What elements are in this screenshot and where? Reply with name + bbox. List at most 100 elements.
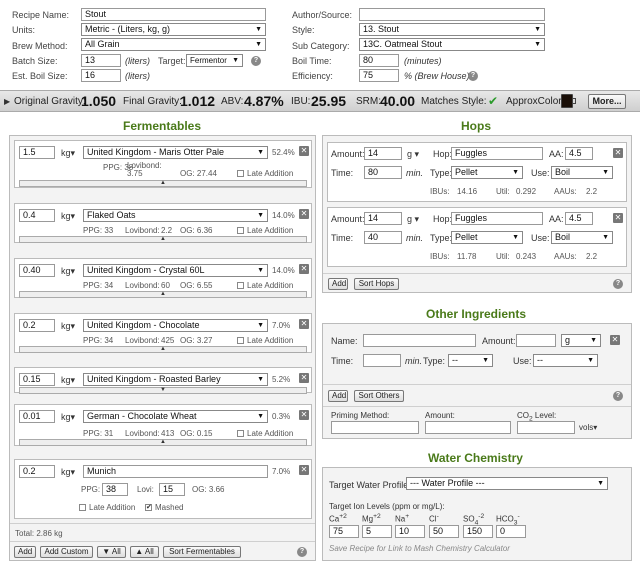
help-icon[interactable]: ? xyxy=(251,56,261,66)
fermentable-select[interactable]: Flaked Oats ▼ xyxy=(83,209,268,222)
boil-time-input[interactable]: 80 xyxy=(359,54,399,67)
fermentable-select[interactable]: United Kingdom - Chocolate ▼ xyxy=(83,319,268,332)
priming-method-input[interactable] xyxy=(331,421,419,434)
kg-unit-select[interactable]: kg▾ xyxy=(61,321,75,332)
kg-unit-select[interactable]: kg▾ xyxy=(61,266,75,277)
sort-others-button[interactable]: Sort Others xyxy=(354,390,404,402)
hop-time-input[interactable]: 40 xyxy=(364,231,402,244)
close-icon[interactable]: ✕ xyxy=(299,465,309,475)
add-custom-button[interactable]: Add Custom xyxy=(40,546,93,558)
fermentable-amount-input[interactable]: 0.01 xyxy=(19,410,55,423)
author-input[interactable] xyxy=(359,8,545,21)
help-icon[interactable]: ? xyxy=(297,547,307,557)
late-addition-checkbox[interactable] xyxy=(79,504,86,511)
close-icon[interactable]: ✕ xyxy=(299,319,309,329)
late-addition-checkbox[interactable] xyxy=(237,430,244,437)
ion-hco3-input[interactable]: 0 xyxy=(496,525,526,538)
fermentable-amount-input[interactable]: 1.5 xyxy=(19,146,55,159)
water-profile-select[interactable]: --- Water Profile --- ▼ xyxy=(406,477,608,490)
add-fermentable-button[interactable]: Add xyxy=(14,546,36,558)
other-name-input[interactable] xyxy=(363,334,476,347)
hop-aa-input[interactable]: 4.5 xyxy=(565,212,593,225)
g-unit-select[interactable]: g ▾ xyxy=(407,214,419,225)
fermentable-amount-input[interactable]: 0.2 xyxy=(19,319,55,332)
co2-level-input[interactable] xyxy=(517,421,575,434)
expand-toggle[interactable]: ▲ xyxy=(19,439,307,446)
priming-amount-input[interactable] xyxy=(425,421,511,434)
late-addition-checkbox[interactable] xyxy=(237,170,244,177)
recipe-name-input[interactable]: Stout xyxy=(81,8,266,21)
hop-type-select[interactable]: Pellet ▼ xyxy=(451,166,523,179)
target-select[interactable]: Fermentor ▼ xyxy=(186,54,243,67)
fermentable-select[interactable]: German - Chocolate Wheat ▼ xyxy=(83,410,268,423)
close-icon[interactable]: ✕ xyxy=(299,264,309,274)
late-addition-checkbox[interactable] xyxy=(237,337,244,344)
expand-all-button[interactable]: ▲ All xyxy=(130,546,159,558)
help-icon[interactable]: ? xyxy=(468,71,478,81)
fermentable-select[interactable]: United Kingdom - Crystal 60L ▼ xyxy=(83,264,268,277)
close-icon[interactable]: ✕ xyxy=(610,335,620,345)
other-amount-input[interactable] xyxy=(516,334,556,347)
hop-time-input[interactable]: 80 xyxy=(364,166,402,179)
fermentable-amount-input[interactable]: 0.2 xyxy=(19,465,55,478)
kg-unit-select[interactable]: kg▾ xyxy=(61,467,75,478)
late-addition-checkbox[interactable] xyxy=(237,227,244,234)
vols-unit-select[interactable]: vols▾ xyxy=(579,423,597,432)
hop-aa-input[interactable]: 4.5 xyxy=(565,147,593,160)
close-icon[interactable]: ✕ xyxy=(299,410,309,420)
close-icon[interactable]: ✕ xyxy=(299,373,309,383)
other-use-select[interactable]: -- ▼ xyxy=(533,354,598,367)
ion-ca-input[interactable]: 75 xyxy=(329,525,359,538)
mashed-checkbox[interactable]: ✔ xyxy=(145,504,152,511)
fermentable-amount-input[interactable]: 0.4 xyxy=(19,209,55,222)
custom-fermentable-name-input[interactable]: Munich xyxy=(83,465,268,478)
kg-unit-select[interactable]: kg▾ xyxy=(61,375,75,386)
style-select[interactable]: 13. Stout ▼ xyxy=(359,23,545,36)
ion-na-input[interactable]: 10 xyxy=(395,525,425,538)
hop-amount-input[interactable]: 14 xyxy=(364,212,402,225)
expand-toggle[interactable]: ▲ xyxy=(19,291,307,298)
hop-use-select[interactable]: Boil ▼ xyxy=(551,166,613,179)
other-type-select[interactable]: -- ▼ xyxy=(448,354,493,367)
expand-toggle[interactable]: ▼ xyxy=(19,387,307,394)
expand-toggle[interactable]: ▲ xyxy=(19,180,307,187)
subcategory-select[interactable]: 13C. Oatmeal Stout ▼ xyxy=(359,38,545,51)
fermentable-select[interactable]: United Kingdom - Maris Otter Pale ▼ xyxy=(83,146,268,159)
expand-toggle[interactable]: ▲ xyxy=(19,346,307,353)
fermentable-amount-input[interactable]: 0.40 xyxy=(19,264,55,277)
kg-unit-select[interactable]: kg▾ xyxy=(61,148,75,159)
expand-toggle[interactable]: ▲ xyxy=(19,236,307,243)
hop-name-input[interactable]: Fuggles xyxy=(451,212,543,225)
add-hop-button[interactable]: Add xyxy=(328,278,348,290)
g-unit-select[interactable]: g ▾ xyxy=(407,149,419,160)
help-icon[interactable]: ? xyxy=(613,391,623,401)
hop-name-input[interactable]: Fuggles xyxy=(451,147,543,160)
close-icon[interactable]: ✕ xyxy=(613,148,623,158)
hop-use-select[interactable]: Boil ▼ xyxy=(551,231,613,244)
custom-lovi-input[interactable]: 15 xyxy=(159,483,185,496)
other-time-input[interactable] xyxy=(363,354,401,367)
close-icon[interactable]: ✕ xyxy=(299,209,309,219)
kg-unit-select[interactable]: kg▾ xyxy=(61,211,75,222)
ion-mg-input[interactable]: 5 xyxy=(362,525,392,538)
late-addition-checkbox[interactable] xyxy=(237,282,244,289)
more-button[interactable]: More... xyxy=(588,94,626,109)
boil-size-input[interactable]: 16 xyxy=(81,69,121,82)
kg-unit-select[interactable]: kg▾ xyxy=(61,412,75,423)
efficiency-input[interactable]: 75 xyxy=(359,69,399,82)
fermentable-select[interactable]: United Kingdom - Roasted Barley ▼ xyxy=(83,373,268,386)
batch-size-input[interactable]: 13 xyxy=(81,54,121,67)
sort-hops-button[interactable]: Sort Hops xyxy=(354,278,399,290)
sort-fermentables-button[interactable]: Sort Fermentables xyxy=(163,546,241,558)
help-icon[interactable]: ? xyxy=(613,279,623,289)
close-icon[interactable]: ✕ xyxy=(299,146,309,156)
custom-ppg-input[interactable]: 38 xyxy=(102,483,128,496)
collapse-all-button[interactable]: ▼ All xyxy=(97,546,126,558)
close-icon[interactable]: ✕ xyxy=(613,213,623,223)
hop-amount-input[interactable]: 14 xyxy=(364,147,402,160)
other-unit-select[interactable]: g ▼ xyxy=(561,334,601,347)
ion-so4-input[interactable]: 150 xyxy=(463,525,493,538)
add-other-button[interactable]: Add xyxy=(328,390,348,402)
units-select[interactable]: Metric - (Liters, kg, g) ▼ xyxy=(81,23,266,36)
hop-type-select[interactable]: Pellet ▼ xyxy=(451,231,523,244)
